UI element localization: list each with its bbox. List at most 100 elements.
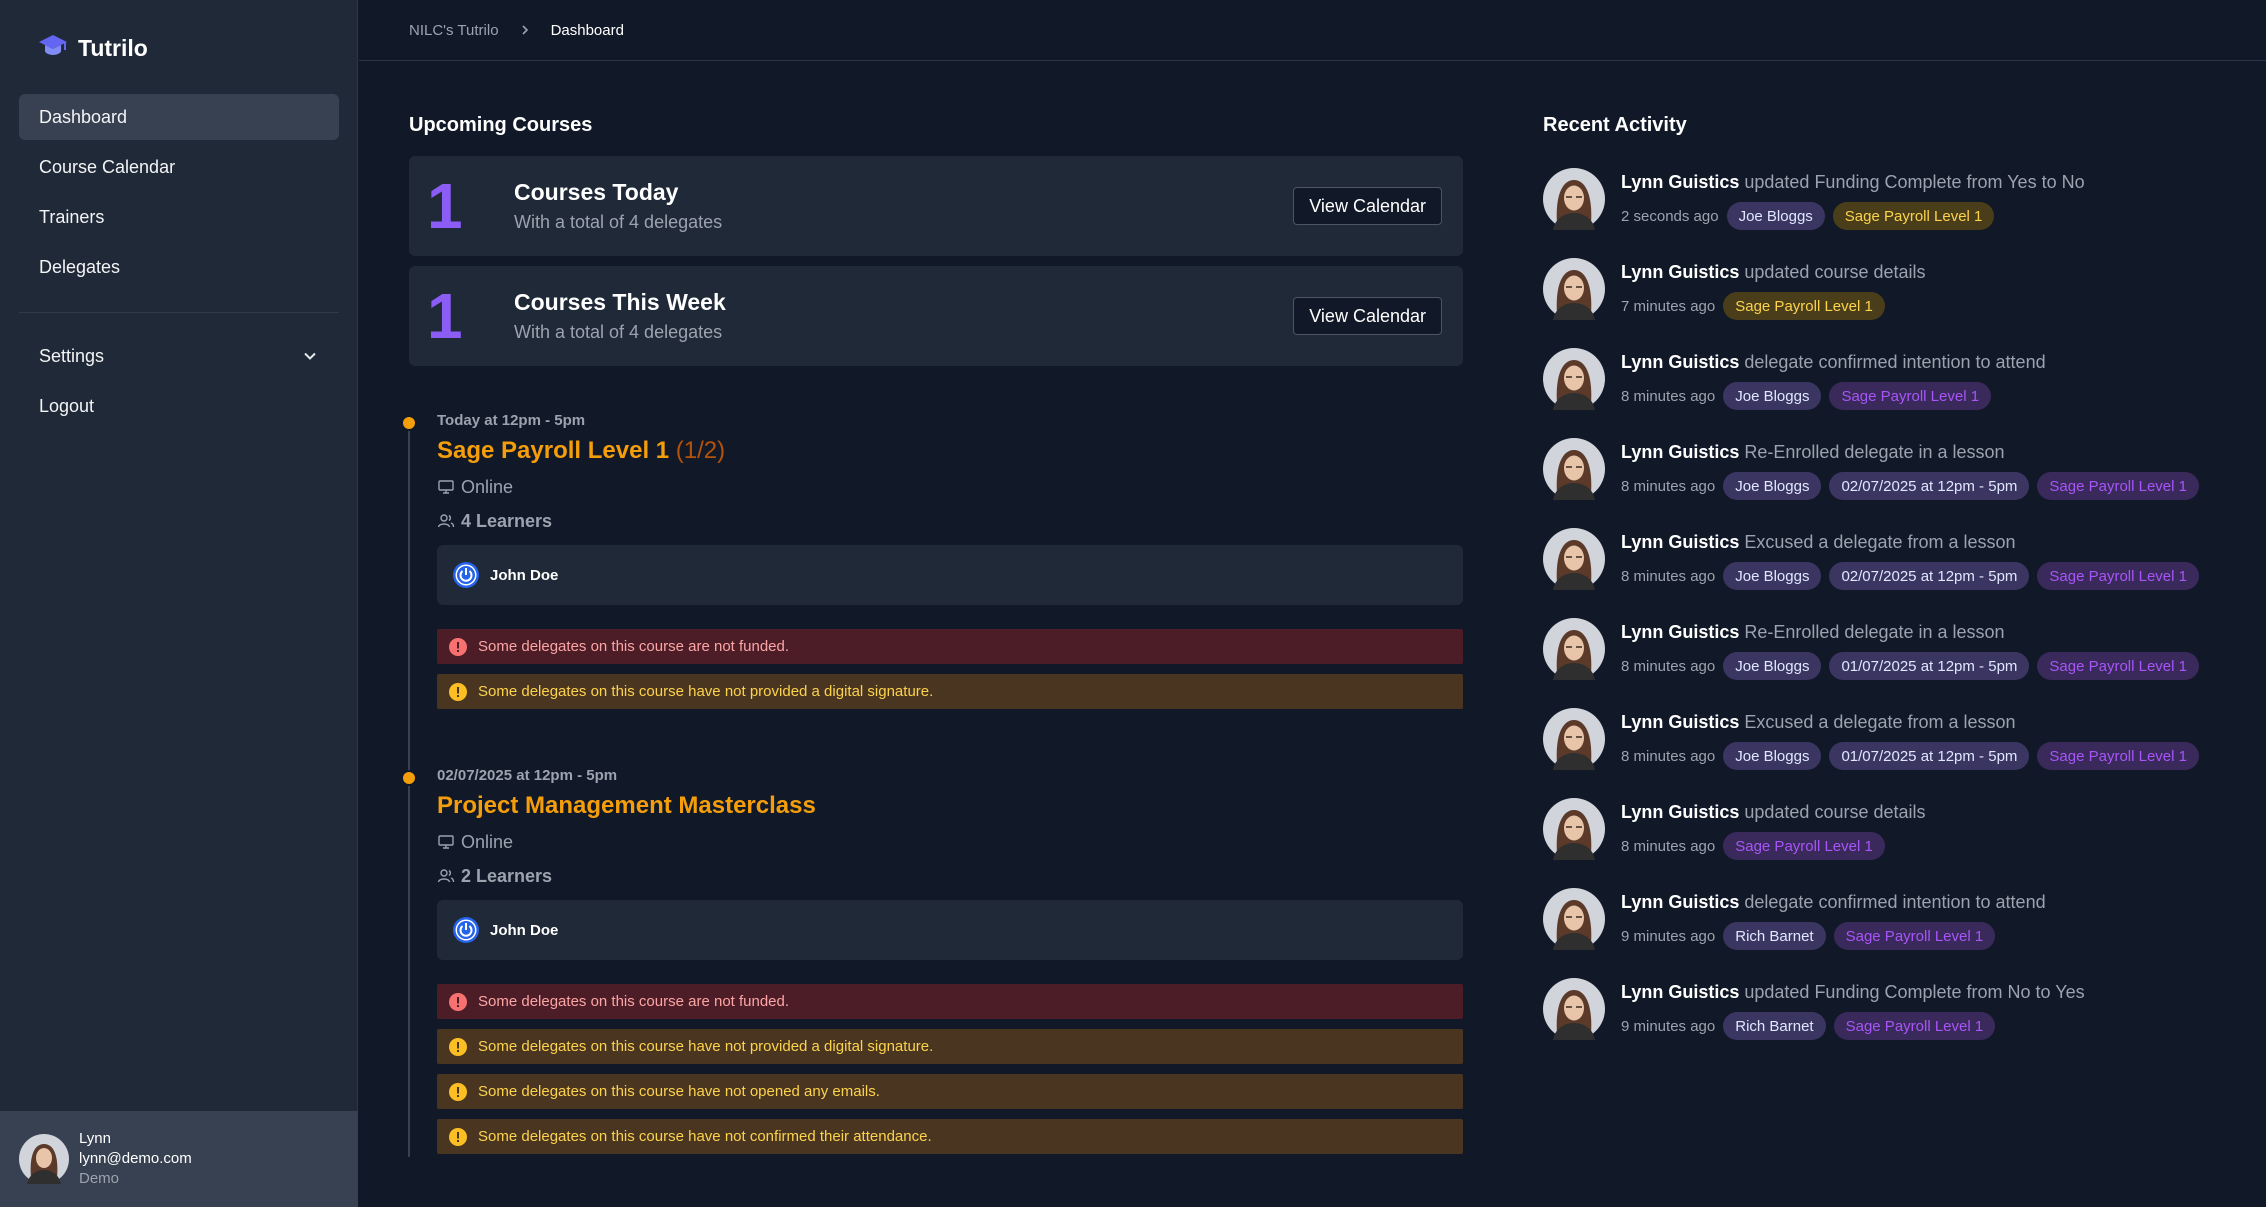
app-logo[interactable]: Tutrilo — [38, 32, 148, 64]
activity-actor: Lynn Guistics — [1621, 442, 1740, 462]
course-tag[interactable]: Sage Payroll Level 1 — [1832, 202, 1995, 230]
sidebar-item-label: Delegates — [39, 256, 121, 277]
sidebar-divider — [19, 312, 339, 313]
delegate-tag[interactable]: Joe Bloggs — [1723, 562, 1822, 590]
activity-time: 8 minutes ago — [1621, 747, 1716, 765]
lesson-date-tag[interactable]: 02/07/2025 at 12pm - 5pm — [1829, 562, 2030, 590]
alert-text: Some delegates on this course have not p… — [478, 683, 934, 700]
course-mode: Online — [437, 830, 1463, 854]
activity-item: Lynn Guistics Excused a delegate from a … — [1543, 708, 2243, 798]
user-profile[interactable]: Lynn lynn@demo.com Demo — [0, 1111, 358, 1207]
activity-text: Lynn Guistics updated Funding Complete f… — [1621, 172, 2085, 193]
course-tag[interactable]: Sage Payroll Level 1 — [2037, 742, 2199, 770]
activity-actor: Lynn Guistics — [1621, 892, 1740, 912]
trainer-row[interactable]: John Doe — [437, 900, 1463, 960]
lesson-date-tag[interactable]: 01/07/2025 at 12pm - 5pm — [1829, 742, 2030, 770]
activity-text: Lynn Guistics updated Funding Complete f… — [1621, 982, 2085, 1003]
user-email: lynn@demo.com — [79, 1150, 192, 1167]
sidebar-item-label: Settings — [39, 345, 105, 366]
trainer-name: John Doe — [490, 566, 559, 584]
view-calendar-button[interactable]: View Calendar — [1293, 297, 1442, 335]
warning-circle-icon — [449, 1082, 467, 1101]
course-title[interactable]: Sage Payroll Level 1 (1/2) — [437, 437, 1463, 465]
activity-action: delegate confirmed intention to attend — [1744, 892, 2046, 912]
delegate-tag[interactable]: Joe Bloggs — [1726, 202, 1825, 230]
delegate-tag[interactable]: Joe Bloggs — [1723, 652, 1822, 680]
course-tag[interactable]: Sage Payroll Level 1 — [2037, 652, 2199, 680]
activity-time: 9 minutes ago — [1621, 1017, 1716, 1035]
breadcrumb-root[interactable]: NILC's Tutrilo — [409, 22, 499, 39]
alert-circle-icon — [449, 992, 467, 1011]
activity-time: 8 minutes ago — [1621, 477, 1716, 495]
sidebar-nav: Dashboard Course Calendar Trainers Deleg… — [19, 94, 339, 433]
stat-subtitle: With a total of 4 delegates — [514, 212, 723, 232]
delegate-tag[interactable]: Joe Bloggs — [1723, 742, 1822, 770]
course-entry: 02/07/2025 at 12pm - 5pm Project Managem… — [437, 767, 1463, 1164]
course-tag[interactable]: Sage Payroll Level 1 — [1829, 382, 1992, 410]
activity-item: Lynn Guistics Re-Enrolled delegate in a … — [1543, 618, 2243, 708]
course-name: Project Management Masterclass — [437, 792, 816, 819]
view-calendar-button[interactable]: View Calendar — [1293, 187, 1442, 225]
activity-actor: Lynn Guistics — [1621, 802, 1740, 822]
course-learners-label: 4 Learners — [461, 510, 553, 531]
warning-circle-icon — [449, 1127, 467, 1146]
sidebar-item-logout[interactable]: Logout — [19, 383, 339, 429]
course-name: Sage Payroll Level 1 — [437, 437, 670, 464]
chevron-down-icon — [304, 352, 316, 360]
activity-action: Excused a delegate from a lesson — [1744, 532, 2016, 552]
avatar — [1543, 258, 1605, 320]
course-tag[interactable]: Sage Payroll Level 1 — [2037, 562, 2199, 590]
avatar — [1543, 348, 1605, 410]
activity-action: updated Funding Complete from Yes to No — [1744, 172, 2085, 192]
course-tag[interactable]: Sage Payroll Level 1 — [1833, 1012, 1996, 1040]
sidebar-item-course-calendar[interactable]: Course Calendar — [19, 144, 339, 190]
lesson-date-tag[interactable]: 02/07/2025 at 12pm - 5pm — [1829, 472, 2030, 500]
power-icon — [453, 562, 479, 588]
delegate-tag[interactable]: Joe Bloggs — [1723, 382, 1822, 410]
avatar — [1543, 168, 1605, 230]
sidebar-item-delegates[interactable]: Delegates — [19, 244, 339, 290]
stat-subtitle: With a total of 4 delegates — [514, 322, 723, 342]
avatar — [1543, 888, 1605, 950]
avatar — [1543, 528, 1605, 590]
alert-text: Some delegates on this course have not p… — [478, 1038, 934, 1055]
monitor-icon — [438, 480, 454, 494]
upcoming-courses-title: Upcoming Courses — [409, 114, 593, 136]
courses-week-card: 1 Courses This Week With a total of 4 de… — [409, 266, 1463, 366]
activity-item: Lynn Guistics updated course details 8 mi… — [1543, 798, 2243, 888]
course-tag[interactable]: Sage Payroll Level 1 — [2037, 472, 2199, 500]
course-part: (1/2) — [675, 437, 726, 464]
alert-not-funded: Some delegates on this course are not fu… — [437, 984, 1463, 1019]
sidebar-item-settings[interactable]: Settings — [19, 333, 339, 379]
delegate-tag[interactable]: Joe Bloggs — [1723, 472, 1822, 500]
delegate-tag[interactable]: Rich Barnet — [1723, 1012, 1826, 1040]
course-learners: 4 Learners — [437, 509, 1463, 533]
stat-count: 1 — [427, 280, 463, 352]
delegate-tag[interactable]: Rich Barnet — [1723, 922, 1826, 950]
course-tag[interactable]: Sage Payroll Level 1 — [1723, 292, 1885, 320]
lesson-date-tag[interactable]: 01/07/2025 at 12pm - 5pm — [1829, 652, 2030, 680]
alert-not-funded: Some delegates on this course are not fu… — [437, 629, 1463, 664]
activity-item: Lynn Guistics updated Funding Complete f… — [1543, 978, 2243, 1068]
activity-time: 9 minutes ago — [1621, 927, 1716, 945]
sidebar-item-trainers[interactable]: Trainers — [19, 194, 339, 240]
sidebar-item-dashboard[interactable]: Dashboard — [19, 94, 339, 140]
alert-text: Some delegates on this course are not fu… — [478, 638, 790, 655]
activity-time: 8 minutes ago — [1621, 387, 1716, 405]
power-icon — [453, 917, 479, 943]
monitor-icon — [438, 835, 454, 849]
trainer-row[interactable]: John Doe — [437, 545, 1463, 605]
activity-text: Lynn Guistics Re-Enrolled delegate in a … — [1621, 622, 2199, 643]
sidebar-item-label: Course Calendar — [39, 156, 176, 177]
stat-title: Courses This Week — [514, 289, 726, 315]
course-tag[interactable]: Sage Payroll Level 1 — [1833, 922, 1996, 950]
stat-title: Courses Today — [514, 179, 679, 205]
activity-item: Lynn Guistics updated course details 7 mi… — [1543, 258, 2243, 348]
course-mode-label: Online — [461, 476, 514, 497]
activity-item: Lynn Guistics delegate confirmed intenti… — [1543, 348, 2243, 438]
avatar — [1543, 618, 1605, 680]
course-title[interactable]: Project Management Masterclass — [437, 792, 1463, 820]
activity-time: 8 minutes ago — [1621, 657, 1716, 675]
activity-time: 8 minutes ago — [1621, 567, 1716, 585]
course-tag[interactable]: Sage Payroll Level 1 — [1723, 832, 1885, 860]
